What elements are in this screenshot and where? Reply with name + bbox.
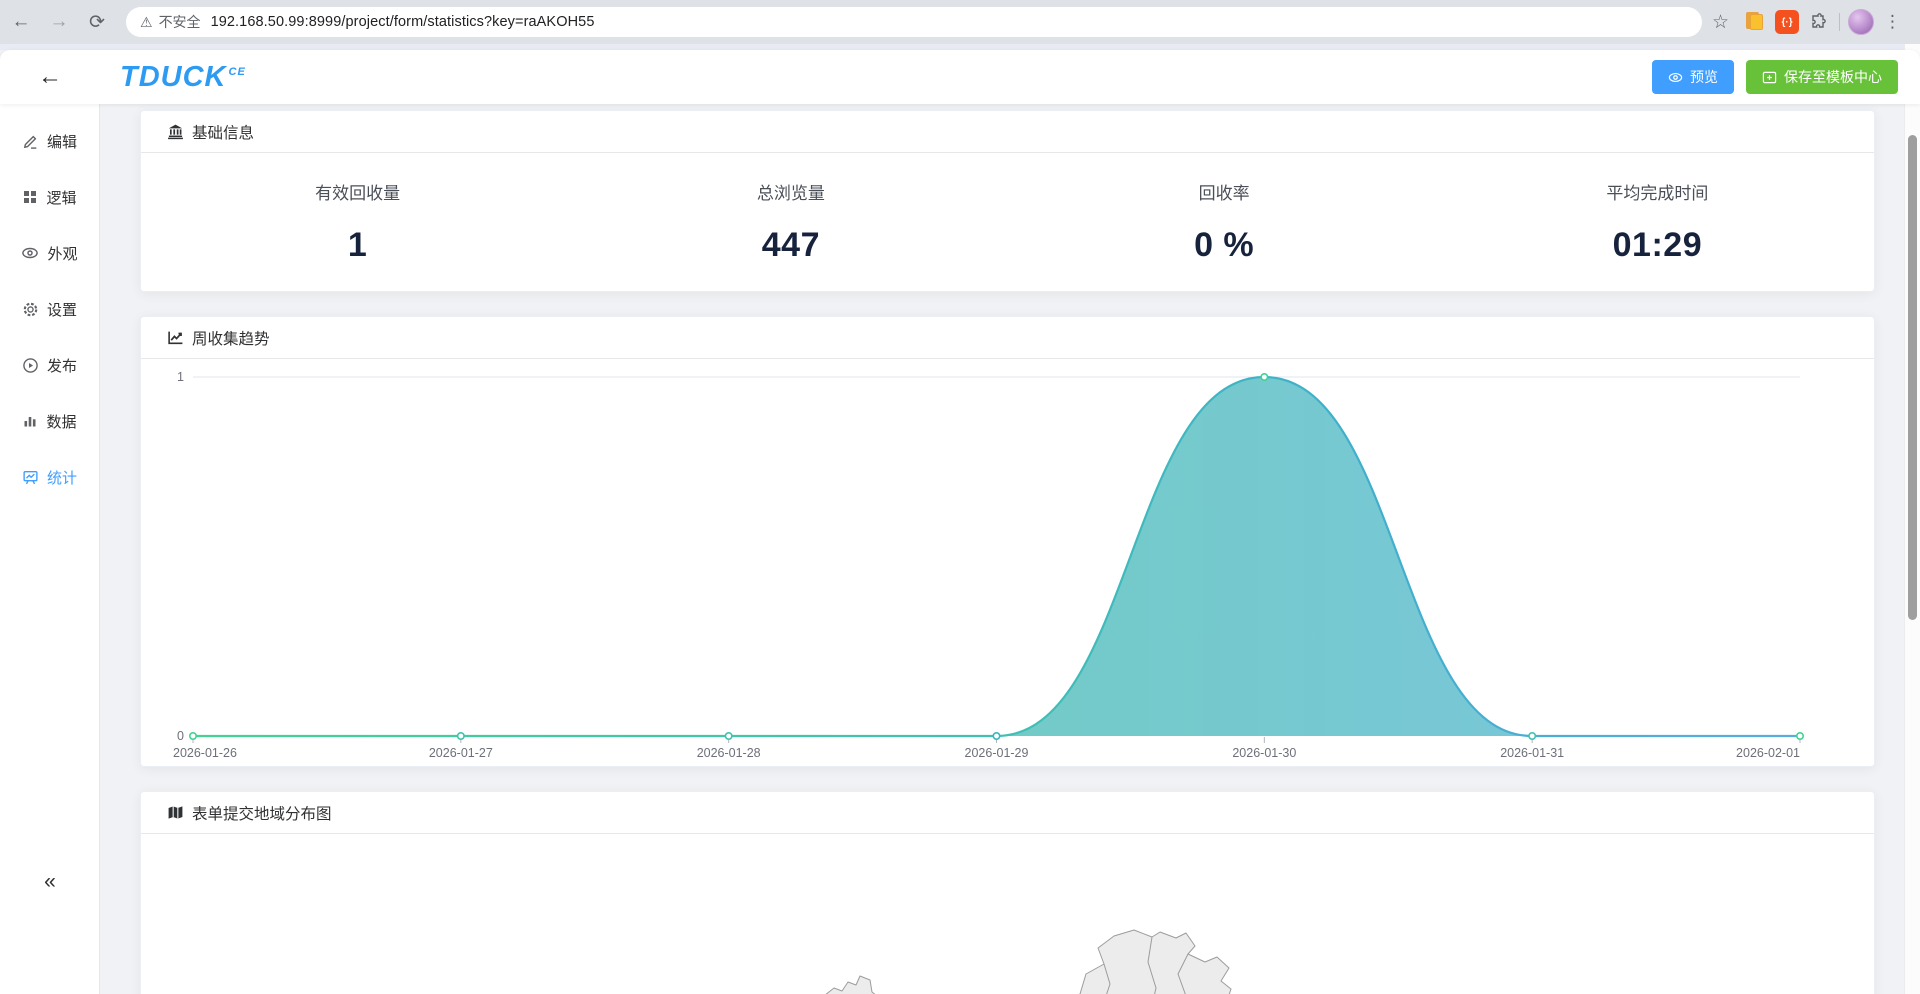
data-point-marker[interactable] [724,731,733,740]
bar-chart-icon [24,417,36,427]
data-point-marker[interactable] [188,731,197,740]
pencil-icon [23,135,37,149]
x-axis-label: 2026-01-27 [429,746,493,760]
data-point-marker[interactable] [1528,731,1537,740]
logo-edition-badge: CE [228,65,246,78]
extension-code-icon[interactable]: {·} [1775,10,1800,34]
y-axis-label: 0 [177,729,184,743]
weekly-trend-card: 周收集趋势 2026-01-26 2026-01-27 2026-01-28 2026… [140,316,1875,767]
card-title: 基础信息 [192,124,255,142]
browser-chrome: ← → ⟳ ⚠ 不安全 192.168.50.99:8999/project/f… [0,0,1920,44]
browser-reload-button[interactable]: ⟳ [80,5,114,39]
x-axis-label: 2026-01-26 [173,746,237,760]
sidebar-item-publish[interactable]: 发布 [0,351,99,379]
x-axis-label: 2026-01-29 [965,746,1029,760]
sidebar: 编辑 逻辑 外观 设置 发布 数据 统计 « [0,104,100,994]
sidebar-item-edit[interactable]: 编辑 [0,127,99,155]
trend-chart[interactable]: 2026-01-26 2026-01-27 2026-01-28 2026-01-29… [166,359,1849,766]
metric-value: 447 [761,226,820,264]
page-scrollbar[interactable] [1904,44,1920,994]
metrics-row: 有效回收量 1 总浏览量 447 回收率 0 % 平均完成时间 01:29 [141,153,1874,291]
region-map-card-header: 表单提交地域分布图 [141,792,1874,834]
metric-recovery-rate: 回收率 0 % [1008,169,1441,265]
x-axis-label: 2026-01-28 [697,746,761,760]
scrollbar-thumb[interactable] [1908,135,1917,620]
data-point-marker[interactable] [456,731,465,740]
x-axis-label: 2026-02-01 [1736,746,1800,760]
back-button[interactable]: ← [0,65,100,89]
sidebar-item-settings[interactable]: 设置 [0,295,99,323]
china-map-svg [825,929,1231,994]
preview-button[interactable]: 预览 [1652,60,1734,94]
main-content: 基础信息 有效回收量 1 总浏览量 447 回收率 0 % 平均完成时间 01:… [100,104,1904,994]
china-map[interactable] [141,834,1874,994]
sidebar-item-logic[interactable]: 逻辑 [0,183,99,211]
app-logo: TDUCK CE [120,60,246,93]
metric-value: 01:29 [1612,226,1703,264]
data-point-marker[interactable] [1796,731,1805,740]
metric-label: 平均完成时间 [1606,184,1709,203]
bank-icon [168,124,183,140]
metric-valid-responses: 有效回收量 1 [141,169,574,265]
play-circle-icon [23,357,38,373]
area-fill [193,377,1800,736]
metric-label: 有效回收量 [315,184,401,203]
sidebar-item-statistics[interactable]: 统计 [0,463,99,491]
bookmark-star-icon[interactable]: ☆ [1712,11,1729,34]
y-axis-label: 1 [177,370,184,384]
metric-label: 回收率 [1198,184,1250,203]
security-chip[interactable]: ⚠ 不安全 [140,12,211,32]
card-title: 表单提交地域分布图 [192,805,332,823]
eye-icon [22,247,39,259]
folder-plus-icon [1762,71,1777,83]
line-chart-icon [168,331,183,345]
gear-icon [23,302,38,316]
data-point-marker[interactable] [1260,373,1269,382]
card-title: 周收集趋势 [192,330,270,348]
stats-board-icon [23,470,38,484]
metric-label: 总浏览量 [756,184,825,203]
metric-value: 1 [347,226,368,264]
extensions-puzzle-icon[interactable] [1807,10,1831,34]
data-point-marker[interactable] [992,731,1001,740]
metric-avg-completion-time: 平均完成时间 01:29 [1441,169,1874,265]
trend-chart-svg: 2026-01-26 2026-01-27 2026-01-28 2026-01-29… [173,370,1805,760]
url-text[interactable]: 192.168.50.99:8999/project/form/statisti… [211,14,595,30]
browser-back-button[interactable]: ← [4,5,38,39]
extension-docs-icon[interactable] [1743,10,1767,34]
save-to-template-button[interactable]: 保存至模板中心 [1746,60,1898,94]
x-axis-label: 2026-01-31 [1500,746,1564,760]
browser-forward-button[interactable]: → [42,5,76,39]
metric-total-views: 总浏览量 447 [574,169,1007,265]
sidebar-item-appearance[interactable]: 外观 [0,239,99,267]
warning-icon: ⚠ [140,13,153,30]
metric-value: 0 % [1194,226,1255,264]
weekly-trend-card-header: 周收集趋势 [141,317,1874,359]
region-map-card: 表单提交地域分布图 [140,791,1875,994]
address-bar[interactable]: ⚠ 不安全 192.168.50.99:8999/project/form/st… [126,7,1702,37]
browser-menu-icon[interactable]: ⋮ [1882,12,1911,32]
app-header: ← TDUCK CE 预览 保存至模板中心 [0,50,1920,104]
sidebar-item-data[interactable]: 数据 [0,407,99,435]
grid-icon [24,191,37,203]
browser-toolbar-right: ☆ {·} ⋮ [1712,9,1911,35]
toolbar-divider [1839,13,1841,31]
security-label: 不安全 [158,14,201,30]
eye-icon [1668,72,1683,82]
basic-info-card: 基础信息 有效回收量 1 总浏览量 447 回收率 0 % 平均完成时间 01:… [140,110,1875,292]
sidebar-collapse-button[interactable]: « [0,870,100,894]
x-axis-label: 2026-01-30 [1232,746,1296,760]
trend-line [193,375,1800,738]
basic-info-card-header: 基础信息 [141,111,1874,153]
map-icon [168,806,183,819]
profile-avatar[interactable] [1848,9,1875,35]
